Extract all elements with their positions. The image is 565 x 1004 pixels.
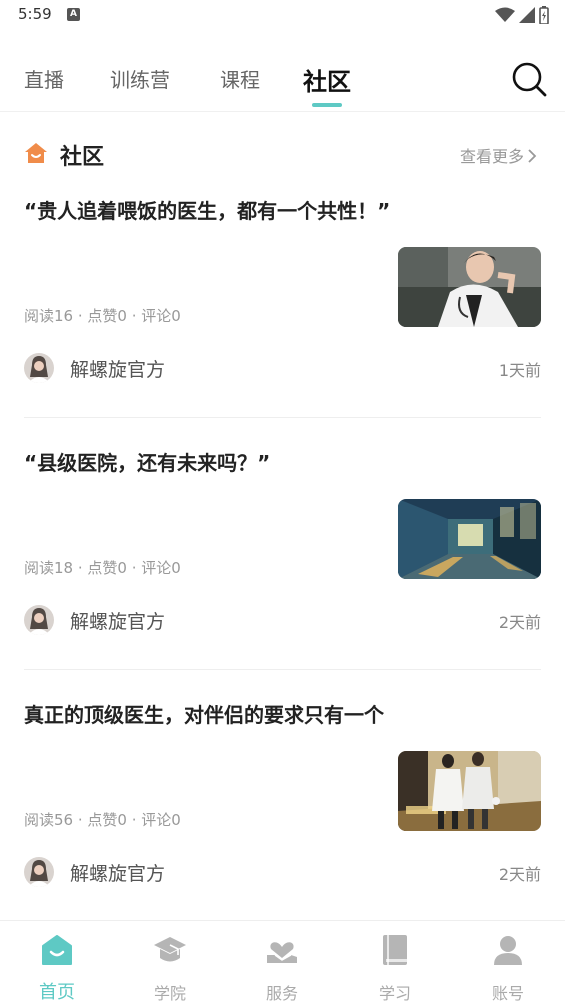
user-icon [494,936,522,965]
article-stats: 阅读56 · 点赞0 · 评论0 [24,811,181,829]
community-section-header: 社区 查看更多 [24,136,541,172]
status-indicators [495,6,549,24]
wifi-icon [495,7,515,22]
post-time: 2天前 [498,865,541,884]
nav-services[interactable]: 服务 [242,931,322,1003]
author-name: 解螺旋官方 [70,863,166,885]
status-bar: 5:59 A [0,0,565,32]
article-stats: 阅读18 · 点赞0 · 评论0 [24,559,181,577]
tab-live[interactable]: 直播 [24,64,64,93]
search-icon[interactable] [510,60,548,98]
article-author: 解螺旋官方 1天前 [24,353,541,383]
nav-account[interactable]: 账号 [468,931,548,1003]
signal-icon [519,7,535,23]
article-thumbnail [398,499,541,579]
tab-courses[interactable]: 课程 [220,64,260,93]
article-thumbnail [398,751,541,831]
article-title: “县级医院，还有未来吗？” [24,451,271,475]
section-title: 社区 [60,145,105,170]
avatar [24,857,54,887]
avatar [24,353,54,383]
article-card[interactable]: “县级医院，还有未来吗？” 阅读18 · 点赞0 · 评论0 解螺旋官方 2天前 [24,449,541,701]
post-time: 1天前 [498,361,541,380]
article-author: 解螺旋官方 2天前 [24,605,541,635]
avatar [24,605,54,635]
article-card[interactable]: “贵人追着喂饭的医生，都有一个共性！” 阅读16 · 点赞0 · 评论0 解螺旋… [24,197,541,449]
divider [24,669,541,670]
article-thumbnail [398,247,541,327]
nav-label: 首页 [39,982,75,1003]
nav-academy[interactable]: 学院 [130,931,210,1003]
battery-icon [539,6,549,24]
chevron-right-icon [528,149,537,163]
tab-community[interactable]: 社区 [303,62,351,97]
home-icon [42,935,72,965]
nav-label: 学院 [153,984,186,1003]
graduation-cap-icon [154,937,186,962]
divider [24,417,541,418]
nav-label: 学习 [378,984,411,1003]
article-title: “贵人追着喂饭的医生，都有一个共性！” [24,199,391,223]
bottom-navigation: 首页 学院 服务 学习 账号 [0,920,565,1004]
author-name: 解螺旋官方 [70,611,166,633]
article-author: 解螺旋官方 2天前 [24,857,541,887]
nav-home[interactable]: 首页 [17,931,97,1003]
active-tab-indicator [312,103,342,107]
accessibility-notification-icon: A [67,8,80,21]
author-name: 解螺旋官方 [70,359,166,381]
tab-training-camp[interactable]: 训练营 [110,64,170,93]
book-icon [383,935,407,965]
nav-label: 服务 [265,984,298,1003]
home-icon [25,143,47,163]
nav-label: 账号 [491,984,524,1003]
article-title: 真正的顶级医生，对伴侣的要求只有一个 [24,703,384,727]
nav-learning[interactable]: 学习 [355,931,435,1003]
service-hands-icon [267,942,297,963]
article-stats: 阅读16 · 点赞0 · 评论0 [24,307,181,325]
status-time: 5:59 [18,5,52,23]
top-tab-bar: 直播 训练营 课程 社区 [0,46,565,112]
article-card[interactable]: 真正的顶级医生，对伴侣的要求只有一个 阅读56 · 点赞0 · 评论0 解螺旋官… [24,701,541,953]
post-time: 2天前 [498,613,541,632]
view-more-link[interactable]: 查看更多 [460,143,537,167]
